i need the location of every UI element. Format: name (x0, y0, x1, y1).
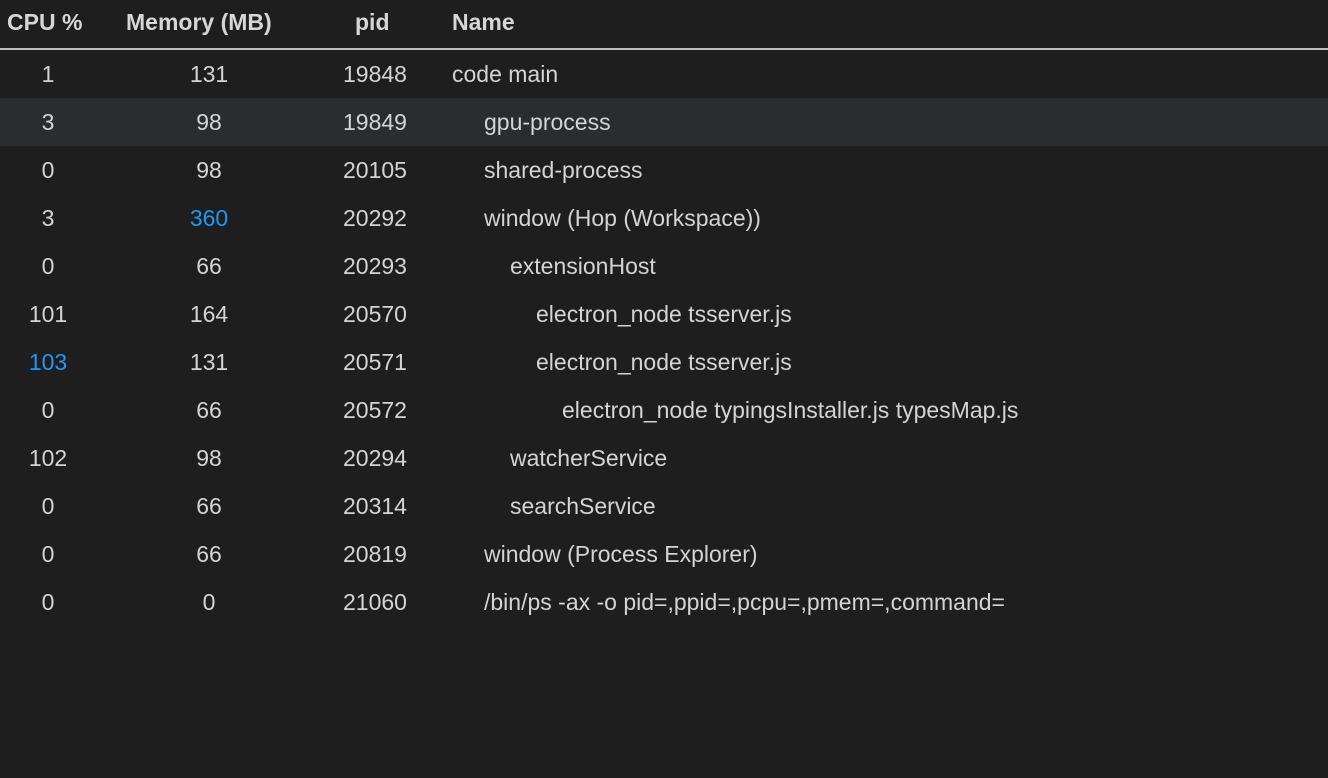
cpu-cell: 1 (41, 61, 55, 87)
column-header-cpu[interactable]: CPU % (7, 7, 82, 37)
cpu-cell: 0 (41, 157, 55, 183)
cpu-cell: 0 (41, 253, 55, 279)
process-name-cell: electron_node tsserver.js (536, 301, 792, 327)
table-row[interactable]: 0 0 21060 /bin/ps -ax -o pid=,ppid=,pcpu… (0, 578, 1328, 626)
table-row[interactable]: 102 98 20294 watcherService (0, 434, 1328, 482)
column-header-pid[interactable]: pid (355, 7, 390, 37)
memory-cell: 66 (196, 253, 222, 279)
cpu-cell: 3 (41, 205, 55, 231)
table-row[interactable]: 0 66 20819 window (Process Explorer) (0, 530, 1328, 578)
table-row[interactable]: 101 164 20570 electron_node tsserver.js (0, 290, 1328, 338)
process-name-cell: electron_node tsserver.js (536, 349, 792, 375)
process-name-cell: /bin/ps -ax -o pid=,ppid=,pcpu=,pmem=,co… (484, 589, 1005, 615)
memory-cell: 66 (196, 541, 222, 567)
pid-cell: 19849 (343, 109, 407, 135)
cpu-cell: 0 (41, 493, 55, 519)
memory-cell: 164 (189, 301, 229, 327)
process-name-cell: electron_node typingsInstaller.js typesM… (562, 397, 1019, 423)
process-name-cell: watcherService (510, 445, 668, 471)
pid-cell: 21060 (343, 589, 407, 615)
process-name-cell: window (Hop (Workspace)) (484, 205, 761, 231)
process-name-cell: gpu-process (484, 109, 611, 135)
table-row[interactable]: 103 131 20571 electron_node tsserver.js (0, 338, 1328, 386)
table-row[interactable]: 1 131 19848 code main (0, 50, 1328, 98)
table-row[interactable]: 0 66 20314 searchService (0, 482, 1328, 530)
process-name-cell: code main (452, 61, 559, 87)
column-header-memory[interactable]: Memory (MB) (126, 7, 272, 37)
pid-cell: 20571 (343, 349, 407, 375)
cpu-cell: 3 (41, 109, 55, 135)
cpu-cell: 103 (28, 349, 68, 375)
pid-cell: 20293 (343, 253, 407, 279)
cpu-cell: 0 (41, 541, 55, 567)
memory-cell: 131 (189, 61, 229, 87)
cpu-cell: 101 (28, 301, 68, 327)
process-name-cell: window (Process Explorer) (484, 541, 758, 567)
process-name-cell: searchService (510, 493, 656, 519)
memory-cell: 360 (189, 205, 229, 231)
pid-cell: 20572 (343, 397, 407, 423)
pid-cell: 20314 (343, 493, 407, 519)
column-header-name[interactable]: Name (452, 7, 515, 37)
table-row[interactable]: 3 360 20292 window (Hop (Workspace)) (0, 194, 1328, 242)
memory-cell: 66 (196, 397, 222, 423)
process-list: 1 131 19848 code main 3 98 19849 gpu-pro… (0, 50, 1328, 626)
memory-cell: 0 (202, 589, 216, 615)
pid-cell: 20105 (343, 157, 407, 183)
table-header: CPU % Memory (MB) pid Name (0, 0, 1328, 50)
memory-cell: 131 (189, 349, 229, 375)
pid-cell: 20570 (343, 301, 407, 327)
pid-cell: 20294 (343, 445, 407, 471)
process-explorer-table: CPU % Memory (MB) pid Name 1 131 19848 c… (0, 0, 1328, 778)
table-row[interactable]: 0 66 20293 extensionHost (0, 242, 1328, 290)
table-row[interactable]: 3 98 19849 gpu-process (0, 98, 1328, 146)
cpu-cell: 0 (41, 397, 55, 423)
table-row[interactable]: 0 66 20572 electron_node typingsInstalle… (0, 386, 1328, 434)
memory-cell: 98 (196, 157, 222, 183)
memory-cell: 98 (196, 445, 222, 471)
pid-cell: 19848 (343, 61, 407, 87)
memory-cell: 98 (196, 109, 222, 135)
pid-cell: 20292 (343, 205, 407, 231)
cpu-cell: 102 (28, 445, 68, 471)
memory-cell: 66 (196, 493, 222, 519)
table-row[interactable]: 0 98 20105 shared-process (0, 146, 1328, 194)
process-name-cell: shared-process (484, 157, 643, 183)
process-name-cell: extensionHost (510, 253, 656, 279)
pid-cell: 20819 (343, 541, 407, 567)
cpu-cell: 0 (41, 589, 55, 615)
